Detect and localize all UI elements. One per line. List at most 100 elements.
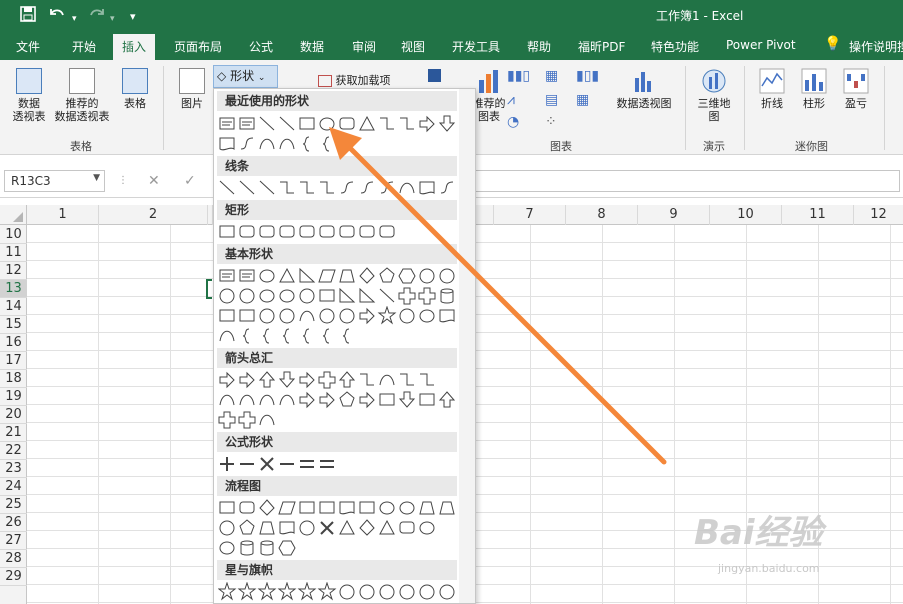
shape-hex-icon[interactable] — [278, 540, 296, 556]
shape-squig-icon[interactable] — [240, 137, 254, 150]
shape-star-icon[interactable] — [297, 582, 317, 601]
shape-squig-icon[interactable] — [380, 181, 394, 194]
shape-tri-icon[interactable] — [379, 519, 395, 535]
shape-doc-icon[interactable] — [419, 181, 435, 195]
shape-equal-icon[interactable] — [300, 460, 314, 468]
shape-times-icon[interactable] — [260, 457, 274, 471]
shape-doc-icon[interactable] — [219, 137, 235, 151]
undo-icon[interactable] — [48, 6, 66, 26]
shape-plus-icon[interactable] — [220, 457, 234, 471]
tab-file[interactable]: 文件 — [16, 38, 40, 55]
shape-trap-icon[interactable] — [439, 501, 455, 515]
shape-brace-icon[interactable] — [302, 328, 310, 344]
undo-dropdown-icon[interactable]: ▾ — [72, 10, 77, 28]
tab-data[interactable]: 数据 — [300, 38, 324, 55]
shape-text-icon[interactable] — [219, 269, 235, 282]
shape-rect-icon[interactable] — [319, 289, 335, 302]
shape-rect-icon[interactable] — [299, 117, 315, 130]
shape-hex-icon[interactable] — [398, 268, 416, 284]
shape-doc-icon[interactable] — [279, 521, 295, 535]
shape-pent-icon[interactable] — [239, 519, 255, 535]
shape-star-icon[interactable] — [377, 306, 397, 325]
shape-rarrow-icon[interactable] — [299, 371, 315, 389]
shape-circ-icon[interactable] — [439, 584, 455, 600]
table-button[interactable]: 表格 — [118, 68, 152, 110]
shape-circ-icon[interactable] — [439, 268, 455, 284]
tab-tell-me[interactable]: 操作说明搜 — [849, 38, 903, 55]
shape-curve-icon[interactable] — [259, 138, 275, 150]
shape-text-icon[interactable] — [239, 117, 255, 130]
shape-star-icon[interactable] — [237, 582, 257, 601]
shape-brace-icon[interactable] — [302, 136, 310, 152]
shape-para-icon[interactable] — [318, 269, 336, 283]
shape-elbow-icon[interactable] — [280, 181, 294, 194]
shape-circ-icon[interactable] — [279, 308, 295, 324]
shape-circ-icon[interactable] — [359, 584, 375, 600]
shape-circ-icon[interactable] — [339, 308, 355, 324]
shape-row[interactable] — [218, 114, 458, 134]
shape-circ-icon[interactable] — [319, 308, 335, 324]
shape-text-icon[interactable] — [219, 117, 235, 130]
row-header[interactable]: 27 — [0, 532, 27, 550]
shape-rrect-icon[interactable] — [239, 225, 255, 238]
shape-curve-icon[interactable] — [239, 394, 255, 406]
row-header[interactable]: 22 — [0, 442, 27, 460]
redo-icon[interactable] — [88, 6, 106, 26]
shape-curve-icon[interactable] — [259, 394, 275, 406]
pivot-chart-button[interactable]: 数据透视图 — [612, 68, 676, 110]
shape-rarrow-icon[interactable] — [239, 371, 255, 389]
shape-rect-icon[interactable] — [359, 501, 375, 514]
sparkline-line-button[interactable]: 折线 — [754, 68, 790, 110]
redo-dropdown-icon[interactable]: ▾ — [110, 10, 115, 28]
shape-oval-icon[interactable] — [279, 289, 295, 303]
shape-trap-icon[interactable] — [259, 521, 275, 535]
shape-curve-icon[interactable] — [219, 330, 235, 342]
shape-line-icon[interactable] — [219, 180, 235, 195]
row-header[interactable]: 13 — [0, 280, 27, 298]
line-chart-icon[interactable]: ⩘ — [507, 92, 515, 108]
shape-squig-icon[interactable] — [340, 181, 354, 194]
waterfall-chart-icon[interactable]: ▤ — [545, 92, 558, 108]
tab-formulas[interactable]: 公式 — [249, 38, 273, 55]
shape-rect-icon[interactable] — [419, 393, 435, 406]
shape-oval-icon[interactable] — [419, 309, 435, 323]
column-header[interactable]: 11 — [782, 205, 854, 225]
row-header[interactable]: 14 — [0, 298, 27, 316]
shape-rtri-icon[interactable] — [359, 287, 376, 303]
cancel-icon[interactable]: ✕ — [148, 173, 160, 189]
shape-rarrow-icon[interactable] — [299, 391, 315, 409]
shape-row[interactable] — [218, 518, 458, 538]
shape-para-icon[interactable] — [278, 501, 296, 515]
shape-elbow-icon[interactable] — [380, 117, 394, 130]
shape-elbow-icon[interactable] — [300, 181, 314, 194]
shape-oval-icon[interactable] — [259, 289, 275, 303]
shape-circ-icon[interactable] — [379, 584, 395, 600]
shape-pent-icon[interactable] — [339, 391, 355, 407]
column-header[interactable]: 2 — [99, 205, 208, 225]
shape-rtri-icon[interactable] — [339, 287, 356, 303]
row-header[interactable]: 20 — [0, 406, 27, 424]
shape-tri-icon[interactable] — [339, 519, 355, 535]
shape-rarrow-icon[interactable] — [359, 391, 375, 409]
pictures-button[interactable]: 图片 — [172, 68, 212, 110]
combo-chart-icon[interactable]: ▦ — [576, 92, 589, 108]
column-header[interactable]: 12 — [854, 205, 903, 225]
shape-trap-icon[interactable] — [419, 501, 435, 515]
row-header[interactable]: 28 — [0, 550, 27, 568]
shape-elbow-icon[interactable] — [360, 373, 374, 386]
shape-oval-icon[interactable] — [379, 501, 395, 515]
row-header[interactable]: 16 — [0, 334, 27, 352]
shape-oval-icon[interactable] — [419, 521, 435, 535]
shape-line-icon[interactable] — [239, 180, 255, 195]
row-header[interactable]: 12 — [0, 262, 27, 280]
shape-curve-icon[interactable] — [279, 394, 295, 406]
shape-row[interactable] — [218, 178, 458, 198]
row-header[interactable]: 15 — [0, 316, 27, 334]
shape-rect-icon[interactable] — [319, 501, 335, 514]
row-header[interactable]: 17 — [0, 352, 27, 370]
shape-uarrow-icon[interactable] — [258, 371, 276, 388]
pivot-table-button[interactable]: 数据 透视表 — [8, 68, 50, 123]
shape-circ-icon[interactable] — [399, 584, 415, 600]
shape-tri-icon[interactable] — [359, 115, 375, 131]
shape-rrect-icon[interactable] — [339, 225, 355, 238]
